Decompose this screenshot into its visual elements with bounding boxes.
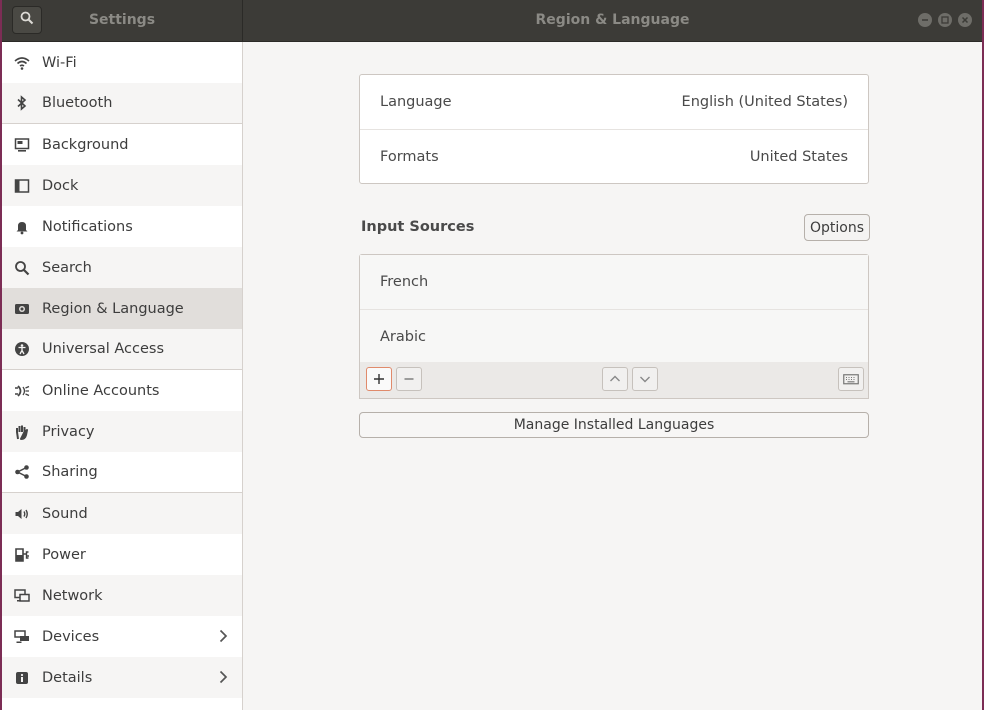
sidebar-item-privacy[interactable]: Privacy (2, 411, 242, 452)
search-icon (20, 11, 34, 29)
share-icon (14, 464, 30, 480)
sidebar-item-devices[interactable]: Devices (2, 616, 242, 657)
close-icon (961, 16, 969, 24)
sidebar-item-region-language[interactable]: Region & Language (2, 288, 242, 329)
formats-value: United States (749, 148, 848, 165)
sidebar-item-bluetooth[interactable]: Bluetooth (2, 83, 242, 124)
remove-input-source-button[interactable] (396, 367, 422, 391)
window-controls (918, 13, 972, 27)
input-sources-heading: Input Sources (361, 219, 475, 235)
panel-title: Region & Language (535, 12, 690, 28)
input-source-row[interactable]: French (360, 255, 868, 309)
chevron-up-icon (610, 375, 620, 382)
sidebar-item-wifi[interactable]: Wi-Fi (2, 42, 242, 83)
background-icon (14, 137, 30, 153)
sidebar-item-label: Network (42, 587, 103, 604)
input-source-label: French (380, 274, 429, 290)
sidebar-item-background[interactable]: Background (2, 124, 242, 165)
formats-row[interactable]: Formats United States (360, 129, 868, 183)
sidebar-item-sound[interactable]: Sound (2, 493, 242, 534)
sidebar-item-label: Sharing (42, 464, 98, 480)
maximize-button[interactable] (938, 13, 952, 27)
options-button[interactable]: Options (804, 214, 870, 241)
formats-label: Formats (380, 148, 439, 165)
region-icon (14, 301, 30, 317)
input-sources-toolbar (359, 362, 869, 399)
sidebar-item-search[interactable]: Search (2, 247, 242, 288)
settings-window: Settings Region & Language Wi-Fi Bluetoo… (2, 0, 982, 710)
wifi-icon (14, 55, 30, 71)
sidebar-item-label: Universal Access (42, 341, 165, 357)
language-formats-list: Language English (United States) Formats… (359, 74, 869, 184)
sidebar-item-online-accounts[interactable]: Online Accounts (2, 370, 242, 411)
info-icon (14, 670, 30, 686)
add-input-source-button[interactable] (366, 367, 392, 391)
close-button[interactable] (958, 13, 972, 27)
input-source-label: Arabic (380, 328, 426, 345)
sidebar-item-label: Details (42, 669, 93, 686)
keyboard-icon (843, 374, 859, 385)
maximize-icon (941, 16, 949, 24)
chevron-down-icon (640, 376, 650, 383)
sidebar-item-sharing[interactable]: Sharing (2, 452, 242, 493)
sidebar-item-label: Bluetooth (42, 95, 113, 111)
language-label: Language (380, 94, 452, 110)
minus-icon (404, 378, 414, 380)
chevron-right-icon (218, 670, 228, 688)
input-sources-list: French Arabic (359, 254, 869, 364)
sidebar-header: Settings (2, 0, 243, 41)
dock-icon (14, 178, 30, 194)
sidebar-item-power[interactable]: Power (2, 534, 242, 575)
sidebar: Wi-Fi Bluetooth Background Dock Notifica… (2, 42, 243, 710)
sidebar-item-label: Background (42, 136, 129, 153)
move-up-button[interactable] (602, 367, 628, 391)
speaker-icon (14, 506, 30, 522)
bell-icon (14, 219, 30, 235)
online-accounts-icon (14, 383, 30, 399)
header-bar: Settings Region & Language (2, 0, 982, 42)
sidebar-item-label: Power (42, 546, 86, 563)
sidebar-item-label: Search (42, 259, 92, 276)
power-icon (14, 547, 30, 563)
sidebar-item-label: Region & Language (42, 300, 184, 317)
search-icon (14, 260, 30, 276)
sidebar-item-dock[interactable]: Dock (2, 165, 242, 206)
region-language-panel: Language English (United States) Formats… (243, 42, 982, 710)
sidebar-item-label: Devices (42, 628, 100, 645)
chevron-right-icon (218, 629, 228, 647)
sidebar-item-label: Privacy (42, 423, 95, 440)
sidebar-item-label: Online Accounts (42, 382, 160, 399)
plus-icon (374, 374, 384, 384)
input-source-row[interactable]: Arabic (360, 309, 868, 363)
sidebar-item-label: Wi-Fi (42, 54, 77, 71)
accessibility-icon (14, 341, 30, 357)
move-down-button[interactable] (632, 367, 658, 391)
devices-icon (14, 629, 30, 645)
sidebar-item-label: Dock (42, 177, 79, 194)
sidebar-item-notifications[interactable]: Notifications (2, 206, 242, 247)
sidebar-item-network[interactable]: Network (2, 575, 242, 616)
keyboard-layout-button[interactable] (838, 367, 864, 391)
minimize-button[interactable] (918, 13, 932, 27)
sidebar-title: Settings (88, 12, 156, 28)
hand-icon (14, 424, 30, 440)
sidebar-item-details[interactable]: Details (2, 657, 242, 698)
search-button[interactable] (12, 6, 42, 34)
bluetooth-icon (14, 95, 30, 111)
manage-installed-languages-button[interactable]: Manage Installed Languages (359, 412, 869, 438)
sidebar-item-label: Sound (42, 505, 88, 522)
minimize-icon (922, 19, 928, 21)
network-icon (14, 588, 30, 604)
sidebar-item-universal-access[interactable]: Universal Access (2, 329, 242, 370)
language-value: English (United States) (681, 94, 848, 110)
language-row[interactable]: Language English (United States) (360, 75, 868, 129)
sidebar-item-label: Notifications (42, 218, 133, 235)
